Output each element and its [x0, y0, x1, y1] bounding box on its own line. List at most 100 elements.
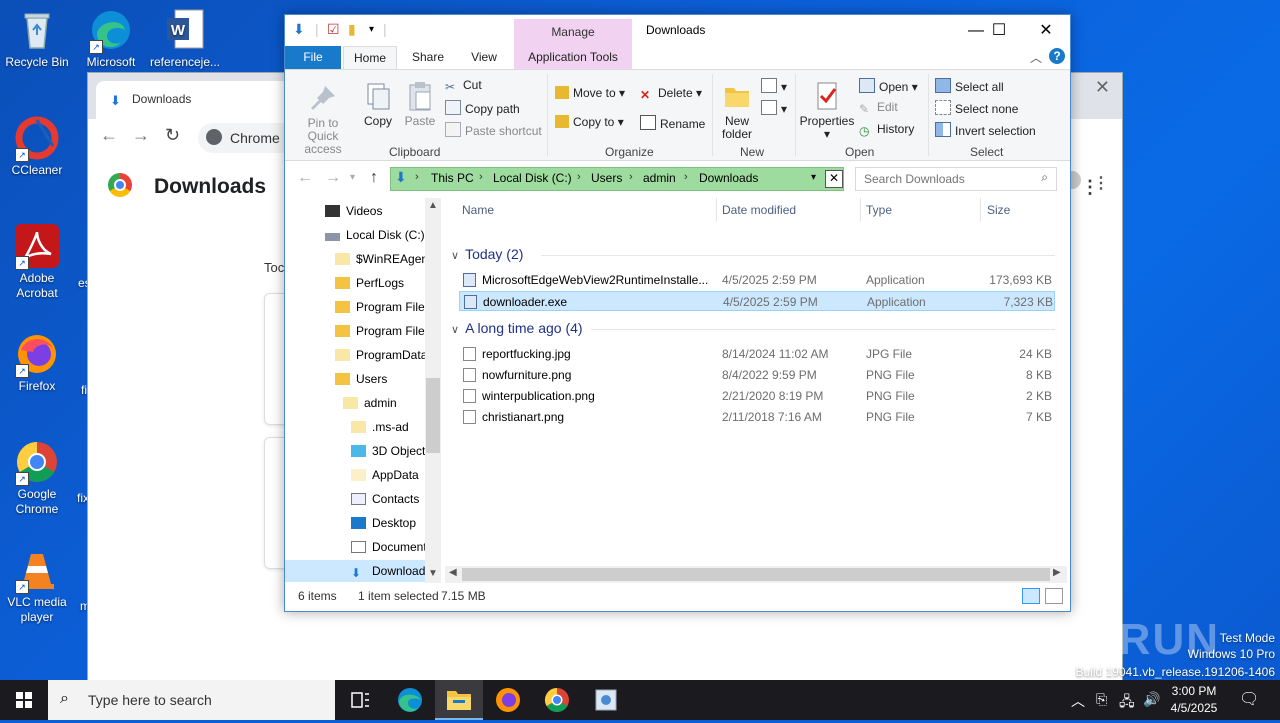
nav-item-desktop[interactable]: Desktop: [351, 512, 416, 534]
tab-file[interactable]: File: [285, 46, 341, 69]
nav-item-local-disk[interactable]: Local Disk (C:): [325, 224, 425, 246]
notifications-icon[interactable]: 🗨: [1239, 689, 1259, 709]
paste-shortcut-button[interactable]: Paste shortcut: [445, 122, 542, 138]
move-to-button[interactable]: Move to ▾: [555, 86, 625, 100]
tab-view[interactable]: View: [461, 46, 507, 69]
start-button[interactable]: [0, 680, 48, 720]
device-icon[interactable]: ⎘: [1096, 691, 1107, 708]
nav-pane-scrollbar[interactable]: ▲ ▼: [425, 198, 441, 583]
copy-button[interactable]: Copy: [361, 80, 395, 128]
up-arrow-icon[interactable]: ↑: [370, 169, 378, 187]
column-header-date-modified[interactable]: Date modified: [722, 203, 796, 217]
scrollbar-thumb[interactable]: [426, 378, 440, 453]
nav-item-programdata[interactable]: ProgramData: [335, 344, 427, 366]
forward-arrow-icon[interactable]: →: [132, 125, 150, 146]
nav-item-perflogs[interactable]: PerfLogs: [335, 272, 404, 294]
more-options-icon[interactable]: ⋮: [1081, 177, 1099, 198]
nav-item-program-files[interactable]: Program Files: [335, 296, 431, 318]
volume-icon[interactable]: 🔊: [1143, 691, 1160, 708]
taskbar-search-box[interactable]: ⌕ Type here to search: [48, 680, 335, 720]
nav-item-contacts[interactable]: Contacts: [351, 488, 419, 510]
desktop-icon-microsoft-edge[interactable]: ↗ Microsoft: [74, 8, 148, 70]
properties-button[interactable]: Properties ▾: [799, 80, 855, 141]
file-row[interactable]: nowfurniture.png 8/4/2022 9:59 PM PNG Fi…: [459, 365, 1055, 385]
edit-button[interactable]: ✎ Edit: [859, 100, 898, 116]
large-icons-view-icon[interactable]: [1045, 588, 1063, 604]
search-input[interactable]: [862, 170, 1036, 188]
file-row[interactable]: reportfucking.jpg 8/14/2024 11:02 AM JPG…: [459, 344, 1055, 364]
nav-item-appdata[interactable]: AppData: [351, 464, 419, 486]
scroll-right-icon[interactable]: ▶: [1053, 567, 1061, 578]
delete-button[interactable]: ✕ Delete ▾: [640, 86, 702, 102]
group-header-long-time-ago[interactable]: ∨ A long time ago (4): [451, 320, 583, 336]
breadcrumb-this-pc[interactable]: This PC: [431, 171, 474, 185]
scroll-down-icon[interactable]: ▼: [428, 568, 438, 579]
breadcrumb-admin[interactable]: admin: [643, 171, 676, 185]
nav-item-3d-objects[interactable]: 3D Objects: [351, 440, 431, 462]
quick-access-down-icon[interactable]: ⬇: [293, 21, 305, 38]
nav-item-winreagent[interactable]: $WinREAgent: [335, 248, 431, 270]
horizontal-scrollbar[interactable]: ◀ ▶: [445, 566, 1067, 583]
customize-quick-access-icon[interactable]: ▾: [369, 24, 374, 35]
nav-item-videos[interactable]: Videos: [325, 200, 382, 222]
nav-item-users[interactable]: Users: [335, 368, 387, 390]
back-arrow-icon[interactable]: ←: [100, 125, 118, 146]
nav-item-downloads[interactable]: ⬇ Downloads: [285, 560, 431, 582]
scroll-up-icon[interactable]: ▲: [428, 200, 438, 211]
paste-button[interactable]: Paste: [403, 80, 437, 128]
select-none-button[interactable]: Select none: [935, 100, 1018, 116]
desktop-icon-firefox[interactable]: ↗ Firefox: [0, 332, 74, 394]
breadcrumb-users[interactable]: Users: [591, 171, 622, 185]
details-view-icon[interactable]: [1022, 588, 1040, 604]
properties-check-icon[interactable]: ☑: [327, 21, 340, 38]
select-all-button[interactable]: Select all: [935, 78, 1004, 94]
new-folder-icon[interactable]: ▮: [348, 21, 356, 38]
file-row[interactable]: MicrosoftEdgeWebView2RuntimeInstalle... …: [459, 270, 1055, 290]
desktop-icon-google-chrome[interactable]: ↗ Google Chrome: [0, 440, 74, 517]
column-header-size[interactable]: Size: [987, 203, 1010, 217]
network-icon[interactable]: 🖧: [1119, 691, 1135, 715]
nav-item-admin[interactable]: admin: [343, 392, 397, 414]
reload-icon[interactable]: ↻: [165, 125, 180, 146]
close-button[interactable]: ✕: [1023, 17, 1069, 45]
cut-button[interactable]: ✂ Cut: [445, 78, 482, 94]
show-hidden-icons-icon[interactable]: ︿: [1071, 691, 1085, 711]
nav-item-documents[interactable]: Documents: [351, 536, 433, 558]
group-header-today[interactable]: ∨ Today (2): [451, 246, 523, 262]
column-header-name[interactable]: Name: [462, 203, 494, 217]
file-row[interactable]: winterpublication.png 2/21/2020 8:19 PM …: [459, 386, 1055, 406]
maximize-button[interactable]: ☐: [976, 17, 1022, 45]
taskbar-edge[interactable]: [386, 680, 434, 720]
tab-application-tools[interactable]: Application Tools: [514, 46, 632, 69]
close-icon[interactable]: ✕: [1095, 77, 1110, 98]
new-item-button[interactable]: ▾: [761, 78, 787, 94]
copy-to-button[interactable]: Copy to ▾: [555, 115, 624, 129]
taskbar-clock[interactable]: 3:00 PM 4/5/2025: [1168, 683, 1220, 717]
breadcrumb-downloads[interactable]: Downloads: [699, 171, 758, 185]
scroll-left-icon[interactable]: ◀: [449, 567, 457, 578]
desktop-icon-word-document[interactable]: W referenceje...: [148, 8, 222, 70]
recent-locations-icon[interactable]: ▾: [350, 172, 355, 183]
desktop-icon-vlc[interactable]: ↗ VLC media player: [0, 548, 74, 625]
new-folder-button[interactable]: New folder: [719, 80, 755, 141]
forward-arrow-icon[interactable]: →: [325, 169, 341, 187]
column-header-type[interactable]: Type: [866, 203, 892, 217]
taskbar-chrome[interactable]: [533, 680, 581, 720]
desktop-icon-recycle-bin[interactable]: Recycle Bin: [0, 8, 74, 70]
file-row-selected[interactable]: downloader.exe 4/5/2025 2:59 PM Applicat…: [459, 291, 1055, 311]
back-arrow-icon[interactable]: ←: [297, 169, 313, 187]
desktop-icon-adobe-acrobat[interactable]: ↗ Adobe Acrobat: [0, 224, 74, 301]
nav-item-program-files-x86[interactable]: Program Files: [335, 320, 431, 342]
taskbar-app-installer[interactable]: [582, 680, 630, 720]
task-view-button[interactable]: [336, 680, 384, 720]
address-bar[interactable]: ⬇ › This PC › Local Disk (C:) › Users › …: [390, 167, 844, 191]
rename-button[interactable]: Rename: [640, 115, 705, 131]
open-button[interactable]: Open ▾: [859, 78, 918, 94]
nav-item-ms-ad[interactable]: .ms-ad: [351, 416, 409, 438]
taskbar-firefox[interactable]: [484, 680, 532, 720]
search-box[interactable]: ⌕: [855, 167, 1057, 191]
clear-address-icon[interactable]: ✕: [825, 170, 843, 188]
history-button[interactable]: ◷ History: [859, 122, 914, 138]
help-icon[interactable]: ?: [1049, 48, 1065, 64]
copy-path-button[interactable]: Copy path: [445, 100, 520, 116]
